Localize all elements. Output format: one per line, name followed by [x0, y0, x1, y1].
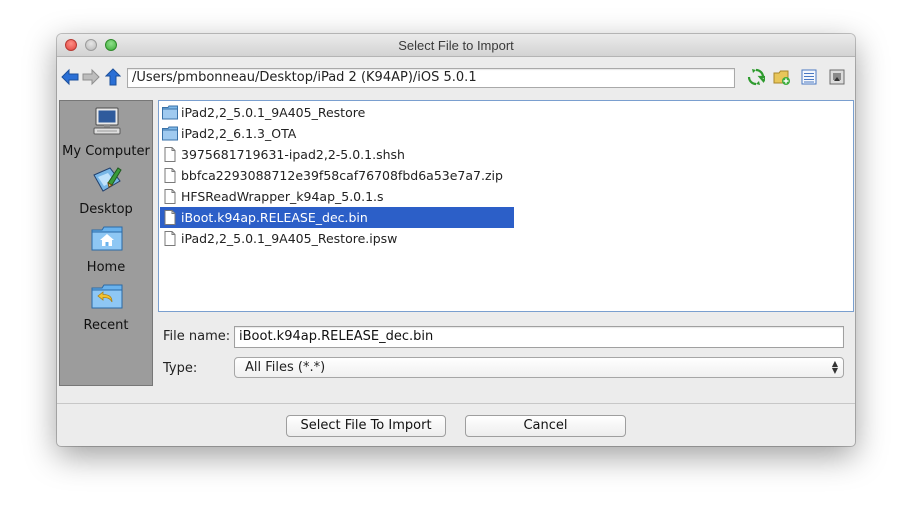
details-view-icon[interactable]: [828, 68, 846, 86]
sidebar-item-desktop[interactable]: Desktop: [60, 165, 152, 221]
folder-icon: [162, 105, 178, 120]
refresh-icon[interactable]: [747, 68, 765, 86]
file-name: HFSReadWrapper_k94ap_5.0.1.s: [181, 189, 384, 204]
sidebar-item-recent[interactable]: Recent: [60, 281, 152, 337]
sidebar-item-label: My Computer: [62, 144, 150, 159]
title-bar: Select File to Import: [57, 34, 855, 57]
file-type-value: All Files (*.*): [245, 360, 326, 375]
file-name: bbfca2293088712e39f58caf76708fbd6a53e7a7…: [181, 168, 503, 183]
sidebar-item-label: Home: [86, 260, 126, 275]
up-arrow-icon[interactable]: [105, 68, 121, 86]
file-list-item[interactable]: 3975681719631-ipad2,2-5.0.1.shsh: [160, 144, 514, 165]
path-field[interactable]: /Users/pmbonneau/Desktop/iPad 2 (K94AP)/…: [127, 68, 735, 88]
forward-arrow-icon[interactable]: [82, 68, 100, 86]
file-name-input[interactable]: iBoot.k94ap.RELEASE_dec.bin: [234, 326, 844, 348]
computer-icon: [93, 107, 121, 135]
toolbar: /Users/pmbonneau/Desktop/iPad 2 (K94AP)/…: [57, 56, 855, 96]
file-list-item[interactable]: bbfca2293088712e39f58caf76708fbd6a53e7a7…: [160, 165, 514, 186]
divider: [57, 403, 855, 404]
list-view-icon[interactable]: [800, 68, 818, 86]
desktop-icon: [93, 167, 122, 192]
cancel-button[interactable]: Cancel: [465, 415, 626, 437]
home-folder-icon: [91, 226, 123, 251]
file-list-item[interactable]: HFSReadWrapper_k94ap_5.0.1.s: [160, 186, 514, 207]
file-list-item[interactable]: iPad2,2_6.1.3_OTA: [160, 123, 514, 144]
file-type-select[interactable]: All Files (*.*) ▲ ▼: [234, 357, 844, 378]
file-list-item-selected[interactable]: iBoot.k94ap.RELEASE_dec.bin: [160, 207, 514, 228]
file-name: iBoot.k94ap.RELEASE_dec.bin: [181, 210, 368, 225]
document-icon: [164, 231, 176, 246]
sidebar-item-label: Desktop: [79, 202, 133, 217]
file-list[interactable]: iPad2,2_5.0.1_9A405_Restore iPad2,2_6.1.…: [158, 100, 854, 312]
sidebar-item-label: Recent: [83, 318, 129, 333]
sidebar-item-home[interactable]: Home: [60, 223, 152, 279]
select-file-to-import-button[interactable]: Select File To Import: [286, 415, 446, 437]
window-title: Select File to Import: [398, 38, 514, 53]
file-name: iPad2,2_5.0.1_9A405_Restore: [181, 105, 366, 120]
chevron-up-down-icon: ▲ ▼: [831, 359, 838, 375]
file-name-label: File name:: [163, 329, 231, 344]
recent-folder-icon: [91, 284, 123, 309]
file-list-item[interactable]: iPad2,2_5.0.1_9A405_Restore.ipsw: [160, 228, 514, 249]
type-label: Type:: [163, 361, 198, 376]
document-icon: [164, 168, 176, 183]
document-icon: [164, 189, 176, 204]
file-name: iPad2,2_5.0.1_9A405_Restore.ipsw: [181, 231, 398, 246]
file-chooser-dialog: Select File to Import /Users/pmbonneau/D…: [57, 34, 855, 446]
folder-icon: [162, 126, 178, 141]
places-sidebar: My Computer Desktop Home Recent: [59, 100, 153, 386]
document-icon: [164, 147, 176, 162]
new-folder-icon[interactable]: [773, 68, 791, 86]
back-arrow-icon[interactable]: [61, 68, 79, 86]
document-icon: [164, 210, 176, 225]
file-name: 3975681719631-ipad2,2-5.0.1.shsh: [181, 147, 405, 162]
sidebar-item-my-computer[interactable]: My Computer: [60, 107, 152, 163]
file-name: iPad2,2_6.1.3_OTA: [181, 126, 297, 141]
file-list-item[interactable]: iPad2,2_5.0.1_9A405_Restore: [160, 102, 514, 123]
